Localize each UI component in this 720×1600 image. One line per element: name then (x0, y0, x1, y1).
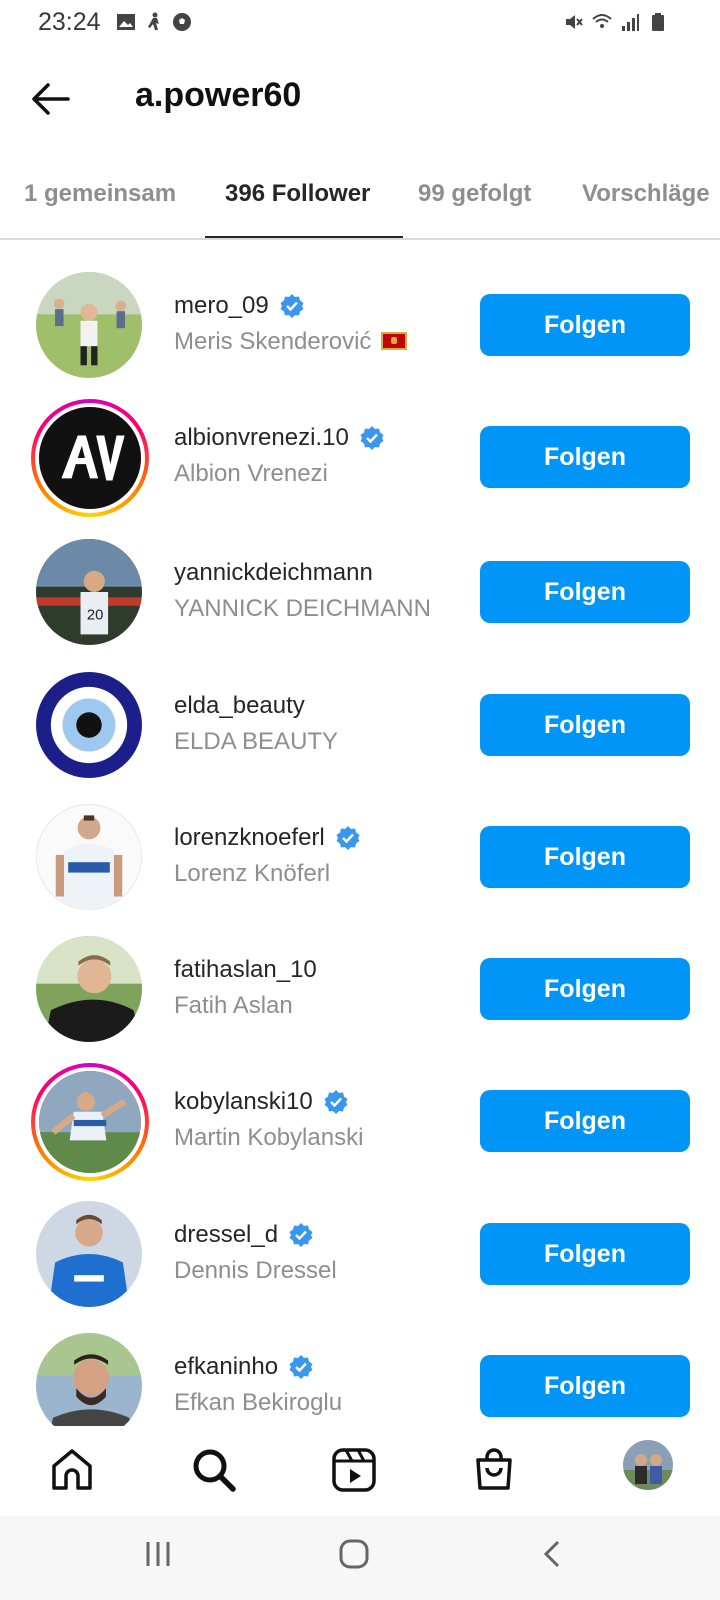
soccer-ball-icon (173, 13, 191, 31)
verified-badge-icon (289, 1355, 313, 1379)
status-time: 23:24 (38, 8, 101, 36)
follow-button[interactable]: Folgen (480, 1223, 690, 1285)
reels-icon[interactable] (330, 1446, 378, 1494)
follower-username[interactable]: efkaninho (174, 1353, 278, 1381)
verified-badge-icon (289, 1223, 313, 1247)
follower-fullname: Efkan Bekiroglu (174, 1389, 343, 1416)
follower-fullname: Dennis Dressel (174, 1257, 337, 1284)
tab-suggestions[interactable]: Vorschläge (582, 180, 710, 208)
bottom-nav (0, 1426, 720, 1516)
home-icon[interactable] (48, 1446, 96, 1494)
follower-list[interactable]: mero_09 Meris Skenderović Folgen albionv… (0, 242, 720, 1426)
follow-button[interactable]: Folgen (480, 694, 690, 756)
system-back-icon[interactable] (538, 1538, 570, 1570)
follow-tabs: 1 gemeinsam 396 Follower 99 gefolgt Vors… (0, 160, 720, 240)
follower-fullname: YANNICK DEICHMANN (174, 595, 431, 622)
avatar[interactable] (36, 272, 142, 378)
tab-followers[interactable]: 396 Follower (225, 180, 370, 208)
follower-username[interactable]: albionvrenezi.10 (174, 424, 349, 452)
list-item[interactable]: fatihaslan_10 Fatih Aslan Folgen (0, 922, 720, 1056)
avatar-story-ring[interactable] (31, 1063, 149, 1181)
page-title: a.power60 (135, 76, 302, 114)
follower-username[interactable]: elda_beauty (174, 692, 305, 720)
shop-icon[interactable] (470, 1446, 518, 1494)
follower-username[interactable]: mero_09 (174, 292, 269, 320)
follower-fullname: Fatih Aslan (174, 992, 293, 1019)
profile-header: a.power60 (0, 60, 720, 136)
home-button-icon[interactable] (338, 1538, 370, 1570)
avatar[interactable]: 20 (36, 539, 142, 645)
svg-text:20: 20 (87, 608, 104, 624)
follower-username[interactable]: yannickdeichmann (174, 559, 373, 587)
avatar-story-ring[interactable] (31, 399, 149, 517)
follower-fullname: Martin Kobylanski (174, 1124, 364, 1151)
verified-badge-icon (280, 294, 304, 318)
follow-button[interactable]: Folgen (480, 561, 690, 623)
follow-button[interactable]: Folgen (480, 826, 690, 888)
list-item[interactable]: elda_beauty ELDA BEAUTY Folgen (0, 658, 720, 792)
follower-fullname: Meris Skenderović (174, 328, 372, 355)
verified-badge-icon (324, 1090, 348, 1114)
list-item[interactable]: dressel_d Dennis Dressel Folgen (0, 1187, 720, 1321)
tab-following[interactable]: 99 gefolgt (418, 180, 531, 208)
follow-button[interactable]: Folgen (480, 426, 690, 488)
avatar[interactable] (36, 936, 142, 1042)
list-item[interactable]: albionvrenezi.10 Albion Vrenezi Folgen (0, 390, 720, 524)
follow-button[interactable]: Folgen (480, 294, 690, 356)
search-icon[interactable] (190, 1446, 238, 1494)
mute-icon (566, 15, 583, 29)
follow-button[interactable]: Folgen (480, 958, 690, 1020)
back-arrow-icon[interactable] (28, 76, 74, 122)
follower-username[interactable]: lorenzknoeferl (174, 824, 325, 852)
list-item[interactable]: mero_09 Meris Skenderović Folgen (0, 258, 720, 392)
list-item[interactable]: efkaninho Efkan Bekiroglu Folgen (0, 1319, 720, 1426)
battery-icon (652, 13, 664, 31)
list-item[interactable]: lorenzknoeferl Lorenz Knöferl Folgen (0, 790, 720, 924)
follower-fullname: ELDA BEAUTY (174, 728, 339, 755)
follower-fullname: Albion Vrenezi (174, 460, 328, 487)
system-nav-bar (0, 1516, 720, 1600)
avatar[interactable] (36, 1333, 142, 1426)
verified-badge-icon (360, 426, 384, 450)
follower-username[interactable]: kobylanski10 (174, 1088, 313, 1116)
montenegro-flag-icon (381, 331, 408, 350)
follower-username[interactable]: fatihaslan_10 (174, 956, 317, 984)
recent-apps-icon[interactable] (142, 1538, 174, 1570)
follower-username[interactable]: dressel_d (174, 1221, 278, 1249)
follower-fullname: Lorenz Knöferl (174, 860, 331, 887)
avatar[interactable] (36, 1201, 142, 1307)
tab-mutual[interactable]: 1 gemeinsam (24, 180, 176, 208)
avatar[interactable] (36, 672, 142, 778)
image-icon (117, 14, 135, 30)
wifi-icon (592, 14, 612, 28)
status-bar: 23:24 (0, 0, 720, 44)
list-item[interactable]: kobylanski10 Martin Kobylanski Folgen (0, 1054, 720, 1188)
avatar[interactable] (36, 804, 142, 910)
list-item[interactable]: 20 yannickdeichmann YANNICK DEICHMANN Fo… (0, 525, 720, 659)
follow-button[interactable]: Folgen (480, 1355, 690, 1417)
verified-badge-icon (336, 826, 360, 850)
active-tab-indicator (205, 236, 403, 238)
person-walk-icon (148, 12, 159, 30)
signal-icon (622, 14, 639, 31)
profile-avatar[interactable] (623, 1440, 673, 1490)
follow-button[interactable]: Folgen (480, 1090, 690, 1152)
